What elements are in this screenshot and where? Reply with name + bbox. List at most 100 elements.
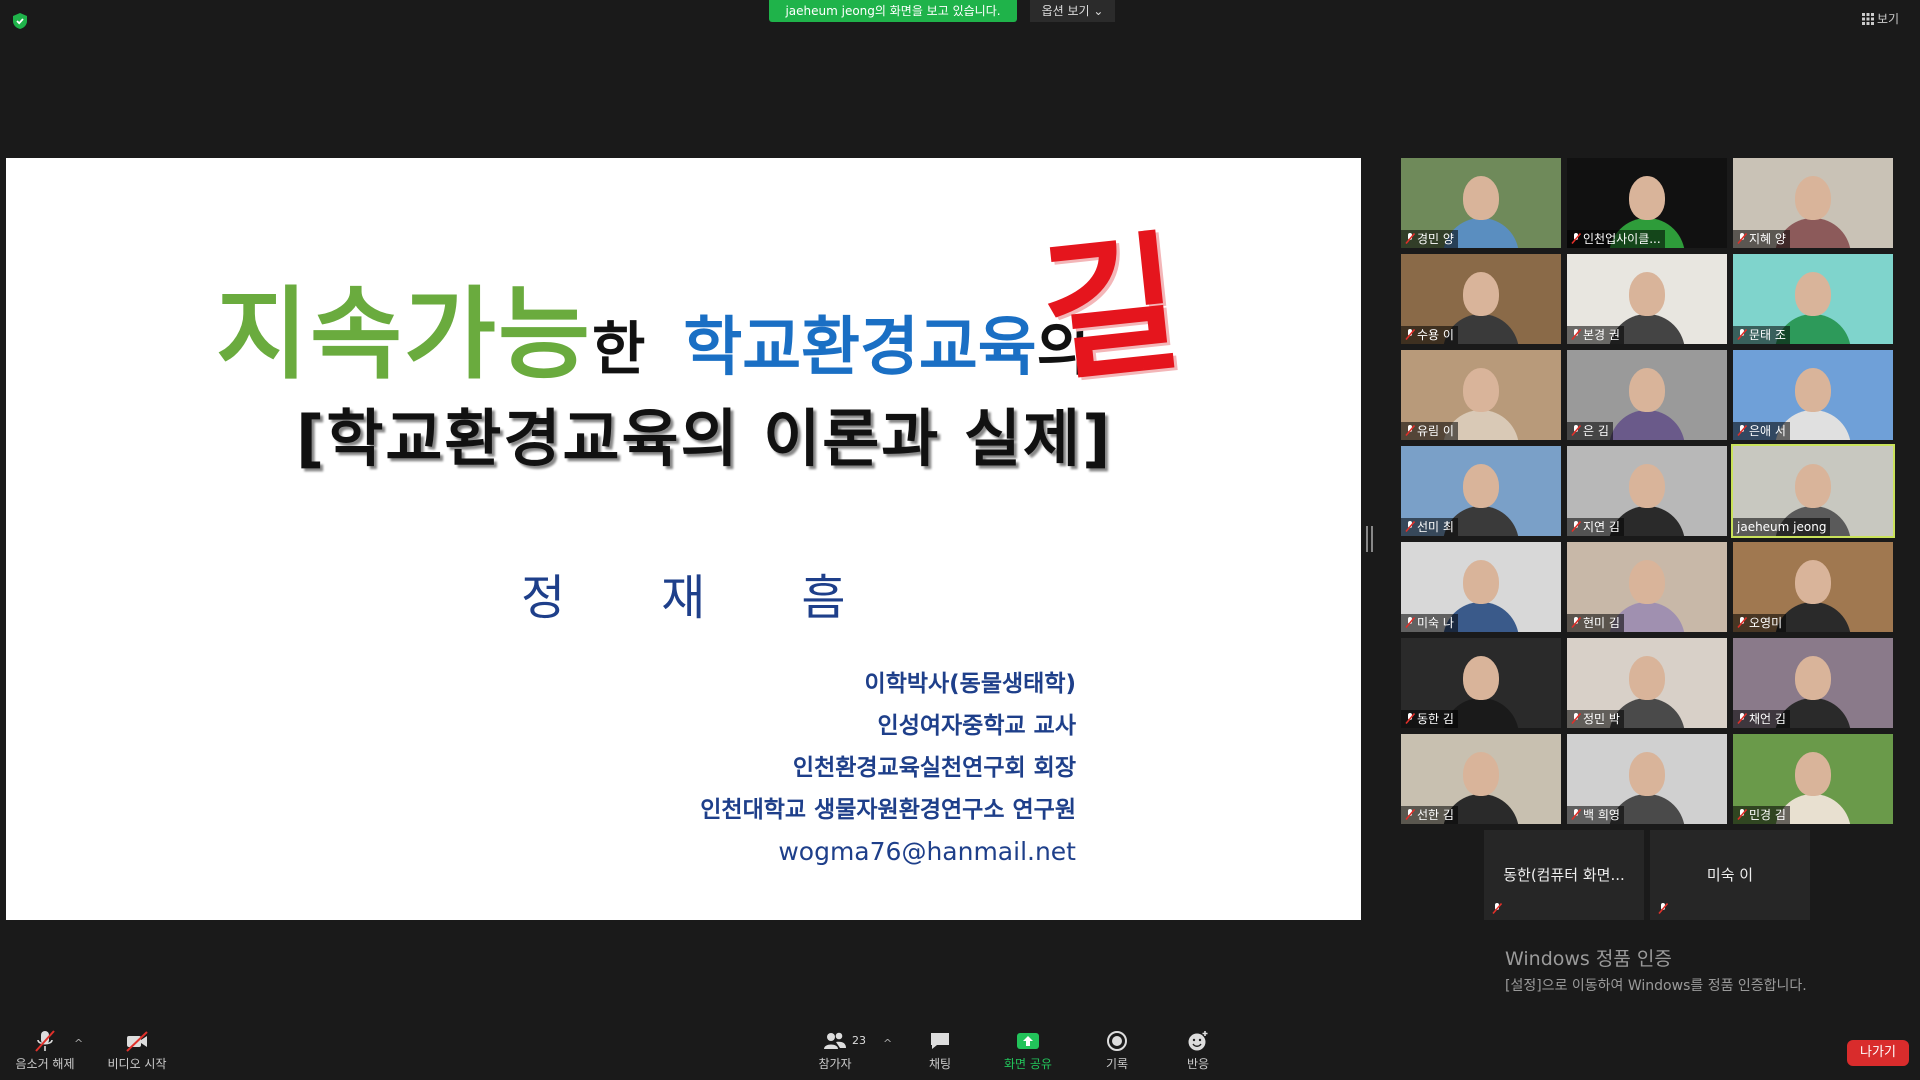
chat-button[interactable]: 채팅 (910, 1030, 970, 1072)
participant-tile[interactable]: 수용 이 (1401, 254, 1561, 344)
author-name: 정재흠 (521, 570, 942, 626)
participant-name: 동한(컴퓨터 화면... (1503, 866, 1625, 884)
muted-mic-icon (1737, 329, 1747, 340)
participant-name: 본경 권 (1567, 326, 1624, 344)
participant-name-text: 지연 김 (1583, 520, 1620, 534)
participant-tile[interactable]: 선미 최 (1401, 446, 1561, 536)
shared-screen-slide: 지속가능한 학교환경교육의 길 [학교환경교육의 이론과 실제] 정재흠 이학박사… (6, 158, 1361, 920)
participant-name: 인천업사이클... (1567, 230, 1665, 248)
participant-name: 채언 김 (1733, 710, 1790, 728)
audio-options-caret[interactable]: ^ (74, 1037, 83, 1050)
participant-tile[interactable]: 문태 조 (1733, 254, 1893, 344)
muted-mic-icon (1571, 617, 1581, 628)
participant-name: 선미 최 (1401, 518, 1458, 536)
security-shield-icon[interactable] (12, 12, 28, 30)
participant-tile[interactable]: 현미 김 (1567, 542, 1727, 632)
participant-name-text: 동한 김 (1417, 712, 1454, 726)
bio-line: 인천대학교 생물자원환경연구소 연구원 (700, 797, 1076, 823)
participant-tile[interactable]: 본경 권 (1567, 254, 1727, 344)
participant-tile[interactable]: 정민 박 (1567, 638, 1727, 728)
participant-tile[interactable]: 오영미 (1733, 542, 1893, 632)
participant-face (1795, 464, 1831, 508)
view-button[interactable]: 보기 (1862, 10, 1899, 27)
participant-name-text: 정민 박 (1583, 712, 1620, 726)
participant-tile[interactable]: 미숙 나 (1401, 542, 1561, 632)
participant-name-tile[interactable]: 동한(컴퓨터 화면... (1484, 830, 1644, 920)
participants-options-caret[interactable]: ^ (883, 1037, 892, 1050)
participant-face (1795, 272, 1831, 316)
participant-tile[interactable]: 선한 김 (1401, 734, 1561, 824)
slide-title: 지속가능한 학교환경교육의 (216, 253, 1090, 398)
participant-tile[interactable]: 유림 이 (1401, 350, 1561, 440)
video-off-icon (126, 1031, 148, 1052)
participant-tile[interactable]: 백 희영 (1567, 734, 1727, 824)
participant-face (1795, 560, 1831, 604)
participant-tile[interactable]: 지혜 양 (1733, 158, 1893, 248)
unmute-button[interactable]: 음소거 해제 (10, 1030, 80, 1072)
unmute-label: 음소거 해제 (15, 1057, 75, 1071)
participants-count: 23 (852, 1034, 866, 1047)
chat-label: 채팅 (928, 1057, 952, 1071)
participant-face (1629, 272, 1665, 316)
participant-tile[interactable]: 지연 김 (1567, 446, 1727, 536)
muted-mic-icon (35, 1030, 55, 1052)
panel-resize-handle[interactable] (1366, 526, 1373, 552)
participant-tile[interactable]: 경민 양 (1401, 158, 1561, 248)
participant-face (1463, 656, 1499, 700)
participant-tile[interactable]: jaeheum jeong (1731, 444, 1895, 538)
participant-name-text: 수용 이 (1417, 328, 1454, 342)
participant-name-text: 오영미 (1749, 616, 1783, 630)
record-button[interactable]: 기록 (1087, 1030, 1147, 1072)
participant-face (1795, 656, 1831, 700)
author-bio: 이학박사(동물생태학) 인성여자중학교 교사 인천환경교육실천연구회 회장 인천… (700, 663, 1076, 873)
participant-tile[interactable]: 동한 김 (1401, 638, 1561, 728)
participant-face (1629, 752, 1665, 796)
share-screen-button[interactable]: 화면 공유 (997, 1030, 1059, 1072)
participant-name-text: 민경 김 (1749, 808, 1786, 822)
muted-mic-icon (1737, 617, 1747, 628)
participant-tile[interactable]: 채언 김 (1733, 638, 1893, 728)
participant-name-text: 은애 서 (1749, 424, 1786, 438)
muted-mic-icon (1405, 809, 1415, 820)
participants-label: 참가자 (818, 1057, 852, 1071)
muted-mic-icon (1571, 521, 1581, 532)
reactions-button[interactable]: 반응 (1168, 1030, 1228, 1072)
participant-tile[interactable]: 민경 김 (1733, 734, 1893, 824)
muted-mic-icon (1737, 425, 1747, 436)
participant-face (1629, 560, 1665, 604)
title-road: 길 (1033, 216, 1190, 404)
title-particle-han: 한 (592, 315, 646, 383)
bio-line: 인천환경교육실천연구회 회장 (792, 755, 1076, 781)
share-screen-label: 화면 공유 (1004, 1057, 1052, 1071)
participant-name: 미숙 이 (1706, 866, 1754, 884)
muted-mic-icon (1405, 329, 1415, 340)
participant-name: jaeheum jeong (1733, 518, 1831, 536)
participant-name-tile[interactable]: 미숙 이 (1650, 830, 1810, 920)
participant-name: 오영미 (1733, 614, 1787, 632)
participant-name: 현미 김 (1567, 614, 1624, 632)
grid-view-icon (1862, 13, 1874, 25)
participant-face (1795, 176, 1831, 220)
participant-tile[interactable]: 인천업사이클... (1567, 158, 1727, 248)
participant-tile[interactable]: 은애 서 (1733, 350, 1893, 440)
participant-name: 선한 김 (1401, 806, 1458, 824)
start-video-button[interactable]: 비디오 시작 (102, 1030, 172, 1072)
muted-mic-icon (1571, 809, 1581, 820)
participant-face (1463, 560, 1499, 604)
share-screen-icon (1017, 1033, 1039, 1049)
view-options-dropdown[interactable]: 옵션 보기 ⌄ (1030, 0, 1115, 22)
muted-mic-icon (1405, 425, 1415, 436)
reactions-label: 반응 (1186, 1057, 1210, 1071)
leave-meeting-button[interactable]: 나가기 (1847, 1040, 1909, 1066)
participant-face (1629, 464, 1665, 508)
chat-icon (931, 1033, 949, 1049)
bio-line: 이학박사(동물생태학) (864, 671, 1076, 697)
activation-hint: [설정]으로 이동하여 Windows를 정품 인증합니다. (1505, 978, 1807, 994)
participant-face (1463, 368, 1499, 412)
participant-tile[interactable]: 은 김 (1567, 350, 1727, 440)
participant-name-text: 선한 김 (1417, 808, 1454, 822)
muted-mic-icon (1571, 713, 1581, 724)
participant-name-text: 현미 김 (1583, 616, 1620, 630)
muted-mic-icon (1571, 233, 1581, 244)
start-video-label: 비디오 시작 (107, 1057, 167, 1071)
